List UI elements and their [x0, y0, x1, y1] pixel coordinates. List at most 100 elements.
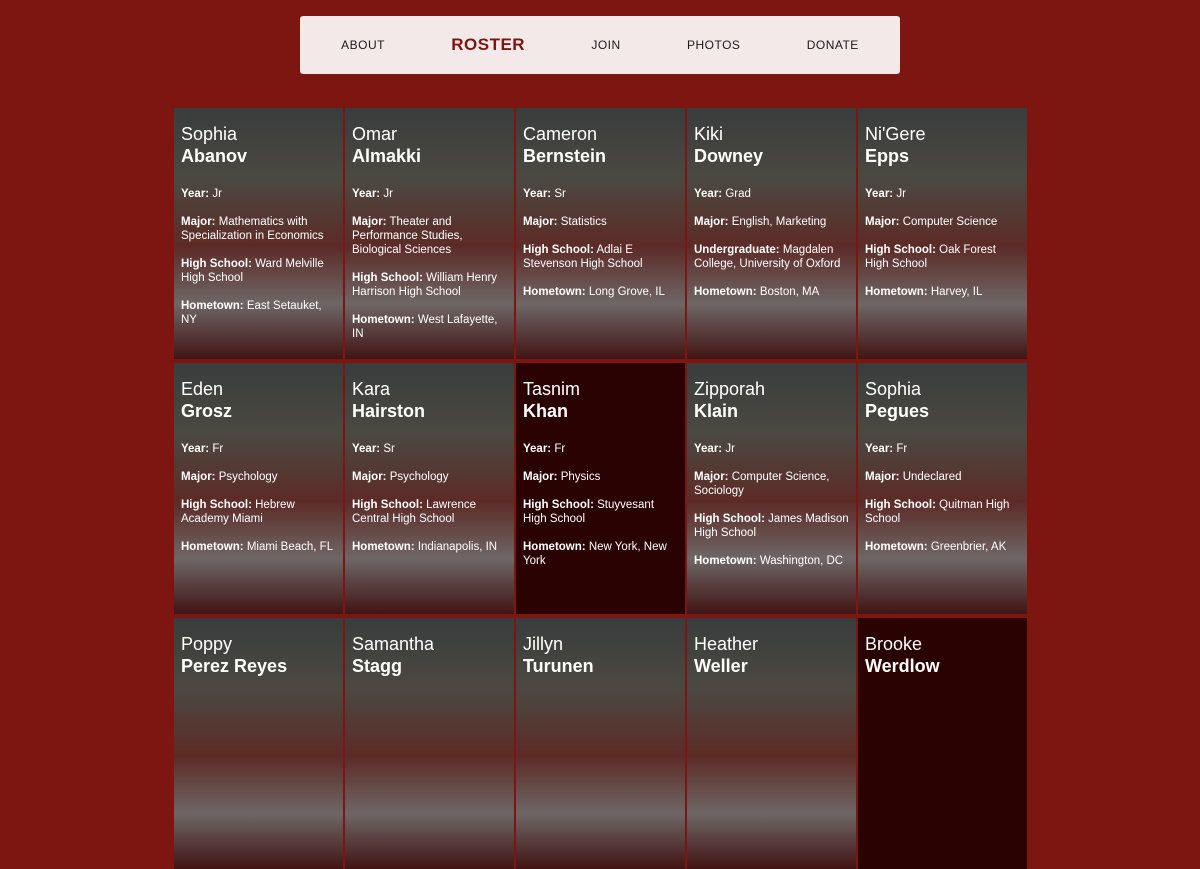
roster-card[interactable]: Jillyn Turunen — [516, 618, 685, 869]
member-hometown: Hometown: Long Grove, IL — [523, 285, 678, 299]
member-hometown-label: Hometown: — [865, 286, 928, 298]
member-major: Major: Psychology — [352, 470, 507, 484]
member-hometown-value: Harvey, IL — [930, 286, 983, 298]
member-hometown-label: Hometown: — [694, 555, 757, 567]
member-year-value: Fr — [896, 443, 908, 455]
member-year-label: Year: — [865, 188, 894, 200]
member-hometown: Hometown: New York, New York — [523, 540, 678, 568]
nav-join[interactable]: JOIN — [591, 38, 620, 52]
member-year-value: Jr — [725, 443, 735, 455]
nav-about[interactable]: ABOUT — [341, 38, 385, 52]
member-major-label: Major: — [694, 471, 729, 483]
member-school-label: High School: — [181, 499, 252, 511]
member-major-label: Major: — [181, 471, 216, 483]
member-last-name: Stagg — [352, 656, 403, 676]
member-last-name: Grosz — [181, 401, 233, 421]
member-year-label: Year: — [181, 188, 210, 200]
member-last-name: Hairston — [352, 401, 426, 421]
member-school: High School: Oak Forest High School — [865, 243, 1020, 271]
member-year: Year: Grad — [694, 187, 849, 201]
member-hometown: Hometown: Boston, MA — [694, 285, 849, 299]
member-school-label: Undergraduate: — [694, 244, 780, 256]
member-hometown: Hometown: Miami Beach, FL — [181, 540, 336, 554]
roster-card[interactable]: Poppy Perez Reyes — [174, 618, 343, 869]
member-first-name: Sophia — [865, 379, 922, 399]
member-hometown-value: Long Grove, IL — [588, 286, 665, 298]
member-last-name: Turunen — [523, 656, 594, 676]
member-major-value: Psychology — [389, 471, 449, 483]
member-last-name: Almakki — [352, 146, 422, 166]
top-nav: ABOUT ROSTER JOIN PHOTOS DONATE — [300, 16, 900, 74]
member-first-name: Heather — [694, 634, 759, 654]
member-year: Year: Jr — [865, 187, 1020, 201]
member-major: Major: Mathematics with Specialization i… — [181, 215, 336, 243]
roster-card[interactable]: Samantha Stagg — [345, 618, 514, 869]
member-year: Year: Fr — [181, 442, 336, 456]
member-hometown-value: Boston, MA — [759, 286, 820, 298]
member-year-value: Fr — [554, 443, 566, 455]
member-major: Major: Computer Science, Sociology — [694, 470, 849, 498]
roster-card[interactable]: Sophia Pegues Year: Fr Major: Undeclared Hig… — [858, 363, 1027, 614]
member-hometown-label: Hometown: — [523, 541, 586, 553]
member-school: Undergraduate: Magdalen College, Univers… — [694, 243, 849, 271]
nav-roster[interactable]: ROSTER — [451, 35, 525, 55]
member-year: Year: Jr — [181, 187, 336, 201]
roster-card[interactable]: Omar Almakki Year: Jr Major: Theater and Pe… — [345, 108, 514, 359]
member-year-label: Year: — [523, 188, 552, 200]
roster-card[interactable]: Cameron Bernstein Year: Sr Major: Statistic… — [516, 108, 685, 359]
roster-card[interactable]: Tasnim Khan Year: Fr Major: Physics High Sch… — [516, 363, 685, 614]
member-school: High School: Hebrew Academy Miami — [181, 498, 336, 526]
member-year: Year: Fr — [865, 442, 1020, 456]
roster-card[interactable]: Brooke Werdlow — [858, 618, 1027, 869]
member-year: Year: Fr — [523, 442, 678, 456]
member-hometown: Hometown: Greenbrier, AK — [865, 540, 1020, 554]
member-major-value: English, Marketing — [731, 216, 827, 228]
member-last-name: Epps — [865, 146, 910, 166]
roster-card[interactable]: Kara Hairston Year: Sr Major: Psychology Hig… — [345, 363, 514, 614]
roster-card[interactable]: Kiki Downey Year: Grad Major: English, Mark… — [687, 108, 856, 359]
member-year-label: Year: — [523, 443, 552, 455]
member-last-name: Werdlow — [865, 656, 940, 676]
member-last-name: Weller — [694, 656, 748, 676]
member-first-name: Poppy — [181, 634, 233, 654]
member-last-name: Downey — [694, 146, 764, 166]
member-hometown: Hometown: West Lafayette, IN — [352, 313, 507, 341]
member-year: Year: Sr — [523, 187, 678, 201]
member-school: High School: Quitman High School — [865, 498, 1020, 526]
roster-card[interactable]: Eden Grosz Year: Fr Major: Psychology High S… — [174, 363, 343, 614]
member-year-label: Year: — [352, 443, 381, 455]
member-first-name: Sophia — [181, 124, 238, 144]
member-year: Year: Sr — [352, 442, 507, 456]
roster-card[interactable]: Ni'Gere Epps Year: Jr Major: Computer Scien… — [858, 108, 1027, 359]
member-major-value: Undeclared — [902, 471, 962, 483]
member-year-label: Year: — [865, 443, 894, 455]
member-hometown-label: Hometown: — [181, 541, 244, 553]
member-last-name: Pegues — [865, 401, 930, 421]
member-first-name: Ni'Gere — [865, 124, 926, 144]
member-year-value: Jr — [896, 188, 906, 200]
member-major-value: Physics — [560, 471, 601, 483]
roster-card[interactable]: Sophia Abanov Year: Jr Major: Mathematics w… — [174, 108, 343, 359]
member-first-name: Jillyn — [523, 634, 564, 654]
member-school-label: High School: — [865, 244, 936, 256]
nav-donate[interactable]: DONATE — [807, 38, 859, 52]
member-hometown-label: Hometown: — [694, 286, 757, 298]
member-major: Major: Theater and Performance Studies, … — [352, 215, 507, 257]
member-year-value: Jr — [383, 188, 393, 200]
member-major: Major: Computer Science — [865, 215, 1020, 229]
member-major-label: Major: — [352, 216, 387, 228]
nav-photos[interactable]: PHOTOS — [687, 38, 740, 52]
member-major-label: Major: — [352, 471, 387, 483]
member-hometown: Hometown: Harvey, IL — [865, 285, 1020, 299]
member-major: Major: Psychology — [181, 470, 336, 484]
member-school-label: High School: — [181, 258, 252, 270]
roster-card[interactable]: Heather Weller — [687, 618, 856, 869]
member-hometown-value: Greenbrier, AK — [930, 541, 1007, 553]
member-hometown: Hometown: Washington, DC — [694, 554, 849, 568]
member-major-label: Major: — [523, 471, 558, 483]
member-first-name: Samantha — [352, 634, 435, 654]
member-major-value: Statistics — [560, 216, 607, 228]
member-last-name: Abanov — [181, 146, 248, 166]
member-major-value: Computer Science — [902, 216, 998, 228]
roster-card[interactable]: Zipporah Klain Year: Jr Major: Computer Sci… — [687, 363, 856, 614]
